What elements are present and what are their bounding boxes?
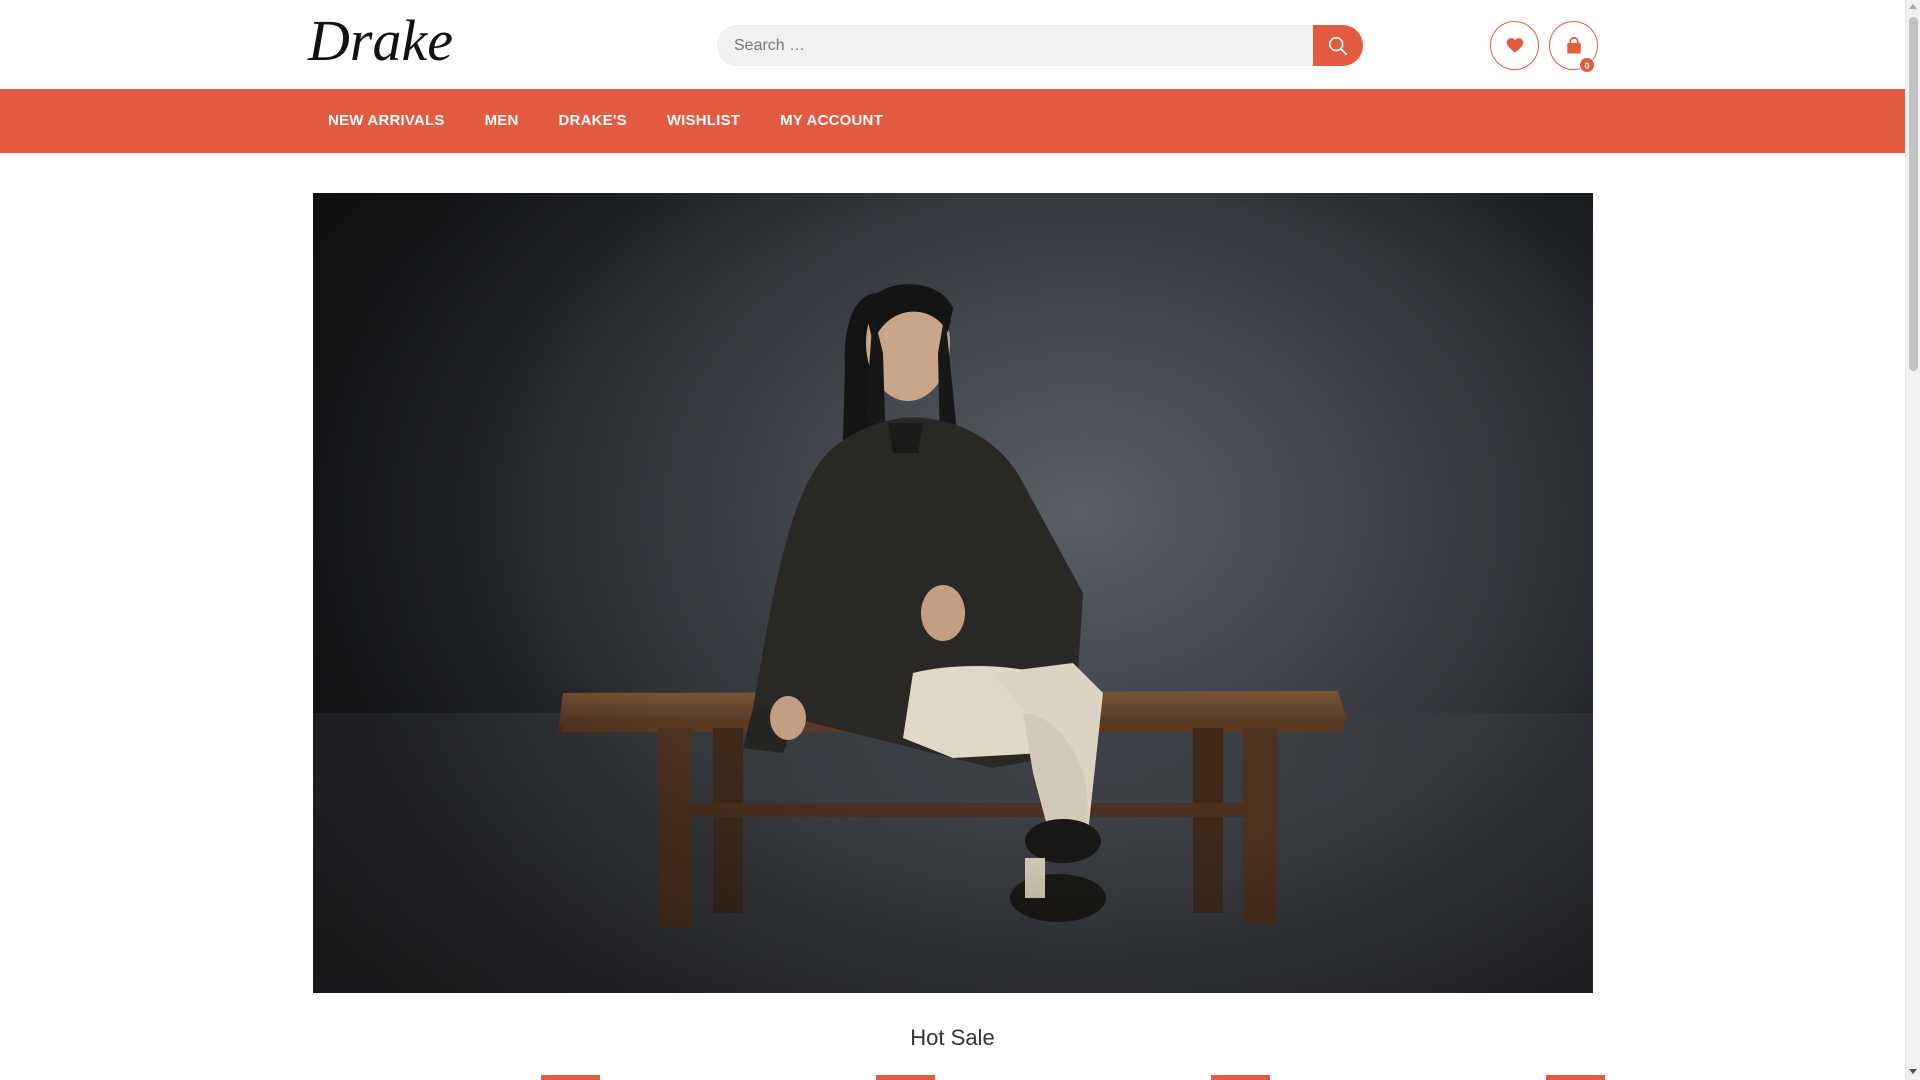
section-title: Hot Sale: [910, 1025, 995, 1050]
nav-item-wishlist[interactable]: WISHLIST: [647, 89, 760, 153]
product-card-accent: [1546, 1075, 1605, 1080]
logo-link[interactable]: Drake's: [306, 6, 458, 76]
search-icon: [1328, 36, 1348, 55]
heart-icon: [1506, 37, 1523, 53]
wishlist-button[interactable]: [1490, 21, 1539, 70]
nav-item-men[interactable]: MEN: [465, 89, 539, 153]
product-card-accent: [541, 1075, 600, 1080]
search-button[interactable]: [1313, 25, 1363, 66]
page: Drake's 0 NEW A: [0, 0, 1905, 1080]
svg-text:Drake's: Drake's: [307, 8, 458, 73]
scroll-up-arrow-icon[interactable]: [1909, 4, 1917, 9]
page-scrollbar[interactable]: [1905, 0, 1920, 1080]
nav-list: NEW ARRIVALS MEN DRAKE'S WISHLIST MY ACC…: [308, 89, 903, 153]
site-header: Drake's 0: [0, 0, 1905, 89]
cart-button[interactable]: 0: [1549, 21, 1598, 73]
nav-item-my-account[interactable]: MY ACCOUNT: [760, 89, 903, 153]
hero-banner-image[interactable]: [313, 193, 1593, 993]
nav-item-new-arrivals[interactable]: NEW ARRIVALS: [308, 89, 465, 153]
nav-item-drakes[interactable]: DRAKE'S: [539, 89, 647, 153]
scroll-down-arrow-icon[interactable]: [1909, 1069, 1917, 1074]
main-nav: NEW ARRIVALS MEN DRAKE'S WISHLIST MY ACC…: [0, 89, 1905, 153]
search-form: [717, 25, 1363, 66]
shopping-bag-icon: [1566, 36, 1581, 53]
drakes-logo: Drake's: [307, 8, 458, 73]
search-input[interactable]: [717, 25, 1313, 66]
cart-count-badge: 0: [1579, 57, 1595, 73]
hero-photo: [313, 193, 1593, 993]
product-card-accent: [876, 1075, 935, 1080]
scroll-thumb[interactable]: [1909, 17, 1918, 371]
product-card-accent: [1211, 1075, 1270, 1080]
